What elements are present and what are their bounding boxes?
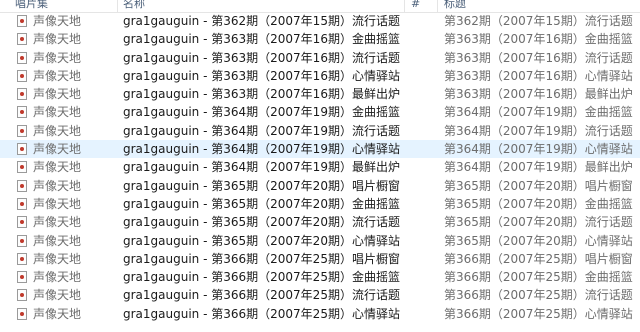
audio-file-icon xyxy=(17,307,27,320)
audio-file-icon xyxy=(17,289,27,302)
audio-file-icon xyxy=(17,51,27,64)
audio-file-icon xyxy=(17,234,27,247)
cell-title: 第364期（2007年19期）流行话题 xyxy=(444,123,633,138)
column-header-name[interactable]: 名称 xyxy=(123,0,145,12)
audio-file-icon xyxy=(17,197,27,210)
cell-title: 第363期（2007年16期）金曲摇篮 xyxy=(444,32,633,47)
file-row[interactable]: 声像天地 gra1gauguin - 第366期（2007年25期）金曲摇篮 第36… xyxy=(0,268,640,286)
cell-album: 声像天地 xyxy=(33,50,82,65)
cell-album: 声像天地 xyxy=(33,306,82,321)
cell-title: 第365期（2007年20期）流行话题 xyxy=(444,215,633,230)
cell-title: 第364期（2007年19期）金曲摇篮 xyxy=(444,105,633,120)
cell-album: 声像天地 xyxy=(33,87,82,102)
cell-title: 第365期（2007年20期）金曲摇篮 xyxy=(444,196,633,211)
audio-file-icon xyxy=(17,106,27,119)
file-row[interactable]: 声像天地 gra1gauguin - 第365期（2007年20期）流行话题 第36… xyxy=(0,213,640,231)
file-row[interactable]: 声像天地 gra1gauguin - 第365期（2007年20期）心情驿站 第36… xyxy=(0,232,640,250)
audio-file-icon xyxy=(17,216,27,229)
cell-name: gra1gauguin - 第365期（2007年20期）唱片橱窗 xyxy=(123,178,400,193)
cell-title: 第363期（2007年16期）最鲜出炉 xyxy=(444,87,633,102)
file-row[interactable]: 声像天地 gra1gauguin - 第366期（2007年25期）心情驿站 第36… xyxy=(0,305,640,323)
cell-name: gra1gauguin - 第364期（2007年19期）心情驿站 xyxy=(123,142,400,157)
cell-title: 第366期（2007年25期）金曲摇篮 xyxy=(444,270,633,285)
cell-album: 声像天地 xyxy=(33,160,82,175)
cell-title: 第364期（2007年19期）最鲜出炉 xyxy=(444,160,633,175)
cell-name: gra1gauguin - 第366期（2007年25期）心情驿站 xyxy=(123,306,400,321)
cell-album: 声像天地 xyxy=(33,142,82,157)
cell-name: gra1gauguin - 第363期（2007年16期）金曲摇篮 xyxy=(123,32,400,47)
column-divider[interactable] xyxy=(437,0,438,12)
audio-file-icon xyxy=(17,161,27,174)
cell-album: 声像天地 xyxy=(33,68,82,83)
cell-name: gra1gauguin - 第364期（2007年19期）最鲜出炉 xyxy=(123,160,400,175)
cell-album: 声像天地 xyxy=(33,178,82,193)
cell-album: 声像天地 xyxy=(33,123,82,138)
audio-file-icon xyxy=(17,252,27,265)
column-header-album[interactable]: 唱片集 xyxy=(15,0,48,12)
cell-album: 声像天地 xyxy=(33,196,82,211)
cell-album: 声像天地 xyxy=(33,14,82,28)
file-row[interactable]: 声像天地 gra1gauguin - 第366期（2007年25期）流行话题 第36… xyxy=(0,286,640,304)
cell-album: 声像天地 xyxy=(33,105,82,120)
audio-file-icon xyxy=(17,271,27,284)
cell-title: 第363期（2007年16期）心情驿站 xyxy=(444,68,633,83)
column-divider[interactable] xyxy=(404,0,405,12)
cell-album: 声像天地 xyxy=(33,32,82,47)
file-row[interactable]: 声像天地 gra1gauguin - 第363期（2007年16期）金曲摇篮 第36… xyxy=(0,30,640,48)
file-row[interactable]: 声像天地 gra1gauguin - 第364期（2007年19期）最鲜出炉 第36… xyxy=(0,158,640,176)
cell-name: gra1gauguin - 第365期（2007年20期）心情驿站 xyxy=(123,233,400,248)
file-row[interactable]: 声像天地 gra1gauguin - 第365期（2007年20期）金曲摇篮 第36… xyxy=(0,195,640,213)
file-row[interactable]: 声像天地 gra1gauguin - 第363期（2007年16期）流行话题 第36… xyxy=(0,49,640,67)
column-header-number[interactable]: # xyxy=(411,0,420,12)
audio-file-icon xyxy=(17,33,27,46)
cell-album: 声像天地 xyxy=(33,270,82,285)
cell-title: 第366期（2007年25期）唱片橱窗 xyxy=(444,251,633,266)
cell-name: gra1gauguin - 第365期（2007年20期）金曲摇篮 xyxy=(123,196,400,211)
cell-title: 第366期（2007年25期）流行话题 xyxy=(444,288,633,303)
file-list: 声像天地 gra1gauguin - 第362期（2007年15期）流行话题 第36… xyxy=(0,12,640,323)
cell-title: 第362期（2007年15期）流行话题 xyxy=(444,14,633,28)
cell-name: gra1gauguin - 第364期（2007年19期）流行话题 xyxy=(123,123,400,138)
file-row[interactable]: 声像天地 gra1gauguin - 第366期（2007年25期）唱片橱窗 第36… xyxy=(0,250,640,268)
cell-name: gra1gauguin - 第363期（2007年16期）最鲜出炉 xyxy=(123,87,400,102)
column-header-title[interactable]: 标题 xyxy=(444,0,466,12)
cell-name: gra1gauguin - 第362期（2007年15期）流行话题 xyxy=(123,14,400,28)
cell-name: gra1gauguin - 第366期（2007年25期）唱片橱窗 xyxy=(123,251,400,266)
cell-album: 声像天地 xyxy=(33,215,82,230)
cell-title: 第365期（2007年20期）心情驿站 xyxy=(444,233,633,248)
column-divider[interactable] xyxy=(117,0,118,12)
cell-album: 声像天地 xyxy=(33,288,82,303)
audio-file-icon xyxy=(17,15,27,27)
cell-name: gra1gauguin - 第363期（2007年16期）心情驿站 xyxy=(123,68,400,83)
audio-file-icon xyxy=(17,179,27,192)
cell-title: 第363期（2007年16期）流行话题 xyxy=(444,50,633,65)
file-row[interactable]: 声像天地 gra1gauguin - 第364期（2007年19期）心情驿站 第36… xyxy=(0,140,640,159)
cell-name: gra1gauguin - 第366期（2007年25期）金曲摇篮 xyxy=(123,270,400,285)
audio-file-icon xyxy=(17,124,27,137)
file-row[interactable]: 声像天地 gra1gauguin - 第365期（2007年20期）唱片橱窗 第36… xyxy=(0,177,640,195)
cell-album: 声像天地 xyxy=(33,251,82,266)
cell-title: 第366期（2007年25期）心情驿站 xyxy=(444,306,633,321)
audio-file-icon xyxy=(17,88,27,101)
audio-file-icon xyxy=(17,69,27,82)
audio-file-icon xyxy=(17,143,27,156)
cell-title: 第364期（2007年19期）心情驿站 xyxy=(444,142,633,157)
cell-title: 第365期（2007年20期）唱片橱窗 xyxy=(444,178,633,193)
file-row[interactable]: 声像天地 gra1gauguin - 第363期（2007年16期）心情驿站 第36… xyxy=(0,67,640,85)
file-row[interactable]: 声像天地 gra1gauguin - 第364期（2007年19期）流行话题 第36… xyxy=(0,122,640,140)
cell-name: gra1gauguin - 第363期（2007年16期）流行话题 xyxy=(123,50,400,65)
cell-album: 声像天地 xyxy=(33,233,82,248)
cell-name: gra1gauguin - 第366期（2007年25期）流行话题 xyxy=(123,288,400,303)
file-row[interactable]: 声像天地 gra1gauguin - 第363期（2007年16期）最鲜出炉 第36… xyxy=(0,85,640,103)
file-row[interactable]: 声像天地 gra1gauguin - 第364期（2007年19期）金曲摇篮 第36… xyxy=(0,103,640,121)
file-row[interactable]: 声像天地 gra1gauguin - 第362期（2007年15期）流行话题 第36… xyxy=(0,12,640,30)
cell-name: gra1gauguin - 第365期（2007年20期）流行话题 xyxy=(123,215,400,230)
cell-name: gra1gauguin - 第364期（2007年19期）金曲摇篮 xyxy=(123,105,400,120)
